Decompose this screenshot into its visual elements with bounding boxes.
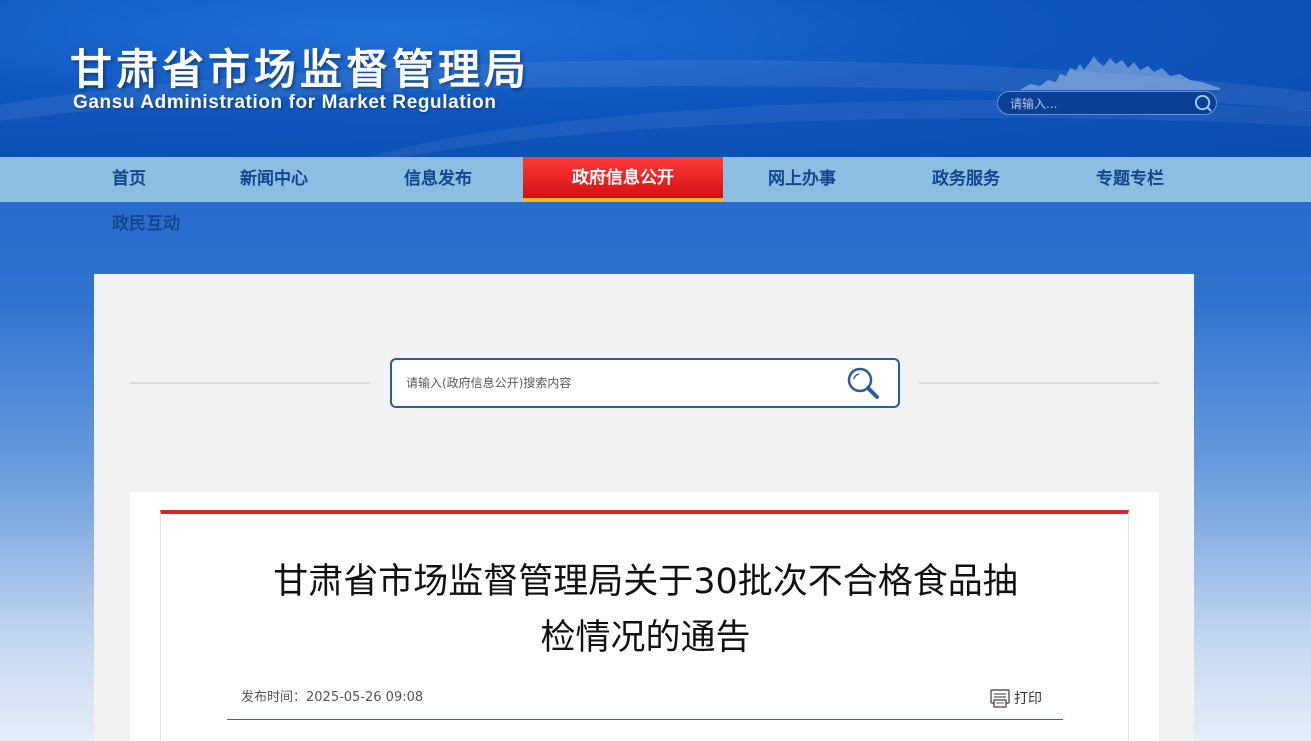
- print-button[interactable]: 打印: [989, 686, 1042, 710]
- main-content: 甘肃省市场监督管理局关于30批次不合格食品抽 检情况的通告 发布时间：2025-…: [94, 274, 1194, 741]
- site-header: 甘肃省市场监督管理局 Gansu Administration for Mark…: [0, 0, 1311, 157]
- main-nav: 首页 新闻中心 信息发布 政府信息公开 网上办事 政务服务 专题专栏: [0, 157, 1311, 202]
- article-panel: 甘肃省市场监督管理局关于30批次不合格食品抽 检情况的通告 发布时间：2025-…: [160, 510, 1129, 741]
- search-icon[interactable]: [1194, 94, 1213, 113]
- print-label: 打印: [1014, 691, 1042, 707]
- divider: [130, 382, 370, 384]
- article-title-line: 甘肃省市场监督管理局关于30批次不合格食品抽: [273, 562, 1018, 602]
- nav-item-home[interactable]: 首页: [112, 157, 146, 202]
- content-search-box: [390, 358, 900, 408]
- nav-item-special-topics[interactable]: 专题专栏: [1096, 157, 1164, 202]
- article-title-line: 检情况的通告: [540, 618, 751, 658]
- divider: [227, 719, 1063, 720]
- content-search-input[interactable]: [406, 372, 836, 394]
- nav-item-news[interactable]: 新闻中心: [240, 157, 308, 202]
- nav-item-public-interaction[interactable]: 政民互动: [112, 202, 180, 247]
- nav-item-info-release[interactable]: 信息发布: [404, 157, 472, 202]
- header-search-input[interactable]: [1010, 95, 1185, 112]
- site-subtitle: Gansu Administration for Market Regulati…: [73, 92, 497, 113]
- publish-time: 发布时间：2025-05-26 09:08: [241, 690, 424, 705]
- header-search-box: [997, 91, 1217, 115]
- city-skyline-icon: [1020, 56, 1220, 90]
- divider: [919, 382, 1159, 384]
- site-title[interactable]: 甘肃省市场监督管理局: [70, 36, 530, 97]
- printer-icon: [990, 689, 1010, 708]
- article-title: 甘肃省市场监督管理局关于30批次不合格食品抽 检情况的通告: [221, 554, 1070, 666]
- article-container: 甘肃省市场监督管理局关于30批次不合格食品抽 检情况的通告 发布时间：2025-…: [130, 492, 1159, 741]
- nav-item-gov-service[interactable]: 政务服务: [932, 157, 1000, 202]
- nav-item-gov-info-disclosure[interactable]: 政府信息公开: [523, 157, 723, 202]
- nav-item-online-service[interactable]: 网上办事: [768, 157, 836, 202]
- search-icon[interactable]: [846, 366, 882, 402]
